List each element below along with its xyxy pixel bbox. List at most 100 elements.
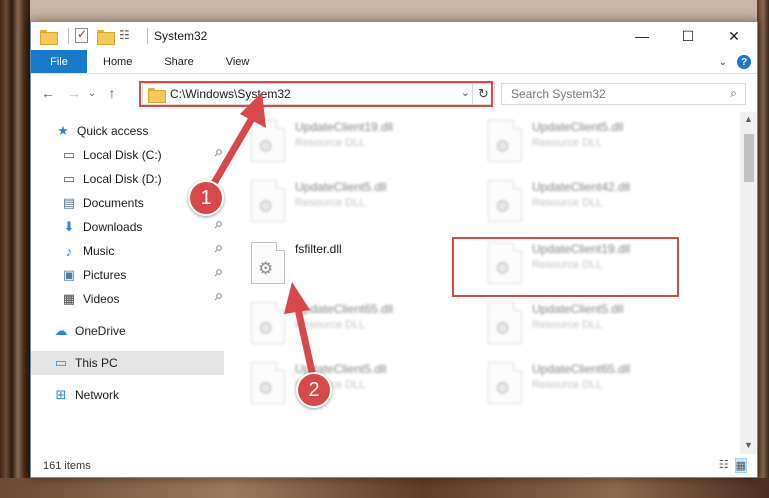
large-icons-view-icon[interactable]: ▦ (734, 458, 747, 473)
folder-icon[interactable] (40, 28, 58, 45)
background-forest (757, 0, 769, 498)
file-item[interactable]: ⚙ fsfilter.dll (251, 240, 491, 298)
pin-icon[interactable]: ⚲ (211, 147, 224, 160)
sidebar-item-label: Music (83, 244, 115, 258)
sidebar-item-music[interactable]: ♪ Music ⚲ (31, 239, 224, 263)
sidebar-item-onedrive[interactable]: ☁ OneDrive (31, 319, 224, 343)
status-bar: 161 items ☷ ▦ (31, 454, 757, 478)
close-button[interactable]: ✕ (711, 22, 757, 50)
dll-file-icon: ⚙ (251, 120, 285, 162)
cloud-icon: ☁ (54, 323, 68, 338)
properties-icon[interactable] (75, 27, 91, 44)
pictures-icon: ▣ (62, 267, 76, 282)
computer-icon: ▭ (54, 355, 68, 370)
forward-button[interactable]: → (63, 82, 85, 104)
search-icon[interactable]: ⌕ (730, 86, 737, 101)
file-item[interactable]: ⚙ UpdateClient19.dll Resource DLL (251, 118, 491, 176)
search-box[interactable]: Search System32 ⌕ (501, 83, 746, 105)
gear-icon: ⚙ (495, 379, 511, 398)
file-type: Resource DLL (532, 259, 603, 271)
recent-locations-button[interactable]: ⌄ (85, 82, 99, 104)
callout-badge-1: 1 (188, 180, 224, 216)
sidebar-item-this-pc[interactable]: ▭ This PC (31, 351, 224, 375)
up-button[interactable]: ↑ (101, 82, 123, 104)
minimize-button[interactable]: — (619, 22, 665, 50)
tab-view[interactable]: View (210, 50, 266, 73)
file-item[interactable]: ⚙UpdateClient5.dllResource DLL (251, 178, 491, 236)
customize-toolbar-icon[interactable]: ☷ (119, 28, 135, 44)
file-type: Resource DLL (295, 137, 366, 149)
sidebar-item-local-disk-c[interactable]: ▭ Local Disk (C:) ⚲ (31, 143, 224, 167)
download-icon: ⬇ (63, 219, 75, 234)
gear-icon: ⚙ (258, 259, 274, 278)
pin-icon[interactable]: ⚲ (211, 267, 224, 280)
background-forest-bottom (0, 478, 769, 498)
file-name: UpdateClient65.dll (295, 302, 394, 316)
file-type: Resource DLL (532, 379, 603, 391)
sidebar-item-downloads[interactable]: ⬇ Downloads ⚲ (31, 215, 224, 239)
item-count: 161 items (43, 460, 91, 472)
dll-file-icon: ⚙ (251, 180, 285, 222)
back-button[interactable]: ← (37, 82, 59, 104)
file-item[interactable]: ⚙ UpdateClient65.dll Resource DLL (488, 360, 728, 418)
help-icon[interactable]: ? (737, 55, 751, 69)
file-name: UpdateClient19.dll (295, 120, 394, 134)
caption-buttons: — ☐ ✕ (619, 22, 757, 50)
gear-icon: ⚙ (258, 319, 274, 338)
file-type: Resource DLL (532, 137, 603, 149)
sidebar-item-pictures[interactable]: ▣ Pictures ⚲ (31, 263, 224, 287)
scroll-up-icon[interactable]: ▲ (744, 114, 753, 124)
sidebar-item-quick-access[interactable]: ★ Quick access (31, 119, 224, 143)
file-name: UpdateClient5.dll (532, 120, 624, 134)
star-icon: ★ (57, 123, 69, 138)
pin-icon[interactable]: ⚲ (211, 219, 224, 232)
file-item[interactable]: ⚙UpdateClient5.dllResource DLL (251, 360, 491, 418)
chevron-down-icon[interactable]: ⌄ (719, 57, 727, 68)
videos-icon: ▦ (62, 291, 76, 306)
scroll-down-icon[interactable]: ▼ (744, 440, 753, 450)
file-type: Resource DLL (532, 319, 603, 331)
dll-file-icon: ⚙ (251, 242, 285, 284)
sidebar-item-label: Local Disk (D:) (83, 172, 162, 186)
sidebar-item-label: This PC (75, 356, 118, 370)
sidebar-item-label: Quick access (77, 124, 149, 138)
pin-icon[interactable]: ⚲ (211, 291, 224, 304)
file-name: UpdateClient5.dll (295, 180, 387, 194)
file-item[interactable]: ⚙ UpdateClient65.dll Resource DLL (251, 300, 491, 358)
details-view-icon[interactable]: ☷ (719, 458, 729, 473)
navigation-bar: ← → ⌄ ↑ C:\Windows\System32 ⌄ ↻ Search S… (31, 74, 757, 112)
callout-badge-2: 2 (296, 372, 332, 408)
dll-file-icon: ⚙ (488, 362, 522, 404)
vertical-scrollbar[interactable]: ▲ ▼ (740, 112, 757, 454)
file-item[interactable]: ⚙ UpdateClient19.dll Resource DLL (488, 240, 728, 298)
file-name: UpdateClient42.dll (532, 180, 631, 194)
gear-icon: ⚙ (495, 197, 511, 216)
dll-file-icon: ⚙ (488, 302, 522, 344)
tab-file[interactable]: File (31, 50, 87, 73)
sidebar-item-videos[interactable]: ▦ Videos ⚲ (31, 287, 224, 311)
file-name: UpdateClient65.dll (532, 362, 631, 376)
scrollbar-thumb[interactable] (744, 134, 754, 182)
file-item[interactable]: ⚙UpdateClient5.dllResource DLL (488, 300, 728, 358)
gear-icon: ⚙ (495, 137, 511, 156)
file-item[interactable]: ⚙ UpdateClient42.dll Resource DLL (488, 178, 728, 236)
ribbon-tabs: File Home Share View ⌄ ? (31, 50, 757, 74)
sidebar-item-network[interactable]: ⊞ Network (31, 383, 224, 407)
sidebar-item-label: Downloads (83, 220, 143, 234)
pin-icon[interactable]: ⚲ (211, 243, 224, 256)
tab-home[interactable]: Home (87, 50, 148, 73)
gear-icon: ⚙ (495, 259, 511, 278)
tab-share[interactable]: Share (148, 50, 209, 73)
ribbon-right-controls: ⌄ ? (719, 50, 751, 74)
maximize-button[interactable]: ☐ (665, 22, 711, 50)
file-name: fsfilter.dll (295, 242, 342, 256)
window-title: System32 (154, 29, 208, 43)
quick-access-toolbar: ☷ System32 (31, 22, 207, 50)
file-item[interactable]: ⚙ UpdateClient5.dll Resource DLL (488, 118, 728, 176)
new-folder-icon[interactable] (97, 28, 115, 45)
file-type: Resource DLL (532, 197, 603, 209)
drive-icon: ▭ (62, 147, 76, 162)
dll-file-icon: ⚙ (251, 302, 285, 344)
search-input[interactable]: Search System32 (511, 87, 606, 101)
music-icon: ♪ (65, 243, 73, 259)
